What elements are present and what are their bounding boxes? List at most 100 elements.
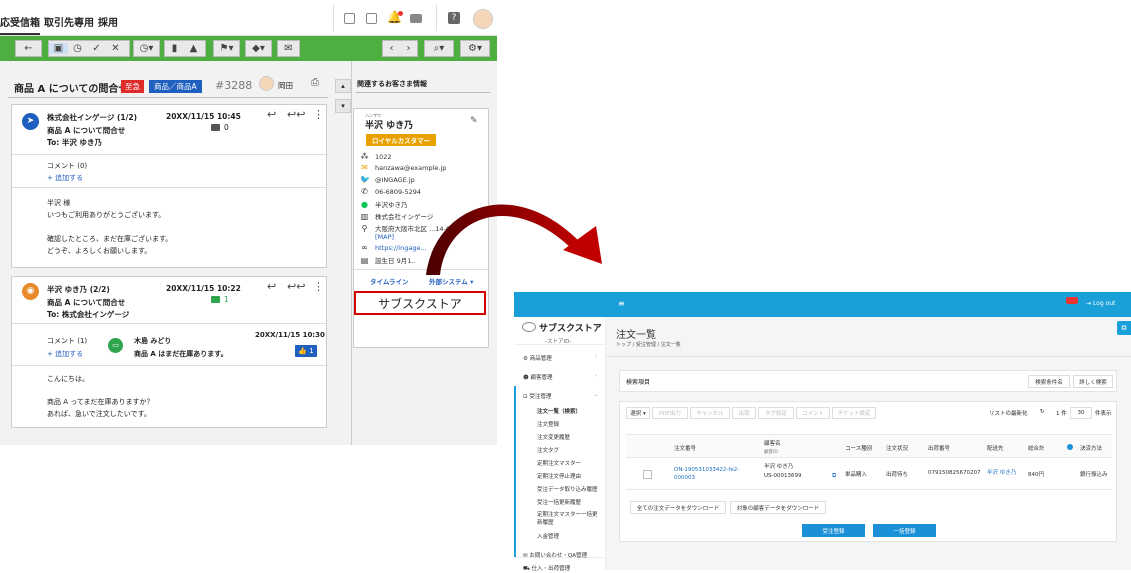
comment-author-avatar: ▭ <box>108 338 123 353</box>
flag-icon: ⚑▾ <box>219 43 234 54</box>
cancel-button[interactable]: キャンセル <box>690 407 730 419</box>
comment-author: 木島 みどり <box>134 337 172 345</box>
row-checkbox[interactable] <box>643 470 652 479</box>
detail-search-button[interactable]: 詳しく検索 <box>1073 375 1113 388</box>
edit-icon[interactable]: ✎ <box>470 116 478 126</box>
order-total: 840円 <box>1028 472 1044 478</box>
like-button[interactable]: 👍 1 <box>295 345 317 357</box>
comment-button[interactable]: コメント <box>796 407 830 419</box>
tag-button[interactable]: ◆▾ <box>245 40 272 57</box>
reply-icon[interactable]: ↩ <box>267 108 276 121</box>
sidebar-subitem[interactable]: 定期注文マスター一括更新履歴 <box>537 511 601 527</box>
user-avatar[interactable] <box>473 9 493 29</box>
help-icon[interactable]: ? <box>448 12 460 24</box>
customer-email[interactable]: hanzawa@example.jp <box>375 164 446 172</box>
info-icon[interactable] <box>1067 444 1073 450</box>
collapse-up-button[interactable]: ▴ <box>335 79 351 93</box>
hamburger-icon[interactable]: ≡ <box>618 299 625 308</box>
sidebar-subitem-order-list[interactable]: 注文一覧（検索） <box>537 407 581 415</box>
add-comment-link[interactable]: + 追加する <box>47 349 83 359</box>
customer-phone-row: ✆ 06-6809-5294 <box>360 187 421 196</box>
sidebar-subitem[interactable]: 受注データ取り込み履歴 <box>537 485 598 493</box>
refresh-list-link[interactable]: リストの最新化 <box>989 409 1028 417</box>
chat-icon[interactable] <box>410 14 422 23</box>
warning-icon[interactable]: ▲ <box>184 43 203 54</box>
sidebar-item-purchase[interactable]: ⛟ 仕入・出荷管理 <box>523 564 570 573</box>
message-to: To: 半沢 ゆき乃 <box>47 138 102 147</box>
flag-button[interactable]: ⚑▾ <box>213 40 240 57</box>
copy-id-icon[interactable]: ⧉ <box>832 472 836 480</box>
add-comment-link[interactable]: + 追加する <box>47 173 83 183</box>
archive-button[interactable]: ✉ <box>277 40 300 57</box>
like-count: 1 <box>309 347 314 355</box>
logout-link[interactable]: ⇥ Log out <box>1086 300 1115 307</box>
sidebar-item-orders[interactable]: ⊡ 受注管理 <box>523 392 551 400</box>
message-to: To: 株式会社インゲージ <box>47 310 130 319</box>
sidebar-subitem[interactable]: 注文変更履歴 <box>537 433 570 441</box>
clock-icon[interactable]: ◷ <box>68 43 87 54</box>
reply-icon[interactable]: ↩ <box>267 280 276 293</box>
sidebar-subitem[interactable]: 定期注文マスター <box>537 459 581 467</box>
print-icon[interactable]: ⎙ <box>311 77 319 88</box>
timeline-link[interactable]: タイムライン <box>370 276 409 286</box>
sidebar-subitem[interactable]: 注文登録 <box>537 420 559 428</box>
sidebar-subitem[interactable]: 入金管理 <box>537 532 559 540</box>
reply-all-icon[interactable]: ↩↩ <box>287 108 305 121</box>
reply-all-icon[interactable]: ↩↩ <box>287 280 305 293</box>
sidebar-subitem[interactable]: 定期注文停止理由 <box>537 472 581 480</box>
divider <box>606 356 1131 357</box>
search-conditions-button[interactable]: 検索条件名 <box>1028 375 1070 388</box>
chevron-left-icon[interactable]: ‹ <box>383 43 400 54</box>
order-register-button[interactable]: 受注登録 <box>802 524 865 537</box>
map-link[interactable]: [MAP] <box>375 233 394 241</box>
destination-link[interactable]: 半沢 ゆき乃 <box>987 468 1016 476</box>
sidebar-item-products[interactable]: ⚙ 商品管理 <box>523 354 552 362</box>
report-icon[interactable] <box>344 13 355 24</box>
bulk-register-button[interactable]: 一括登録 <box>873 524 936 537</box>
col-customer-id: 顧客ID <box>764 450 778 455</box>
more-icon[interactable]: ⋮ <box>313 108 324 121</box>
copy-icon[interactable]: ⧉ <box>1117 321 1131 335</box>
sidebar-subitem[interactable]: 注文タグ <box>537 446 559 454</box>
back-button[interactable]: ← <box>15 40 42 57</box>
tag-setting-button[interactable]: タグ設定 <box>758 407 794 419</box>
assignee-name[interactable]: 岡田 <box>278 80 293 91</box>
select-dropdown[interactable]: 選択 ▾ <box>626 407 650 419</box>
more-icon[interactable]: ⋮ <box>313 280 324 293</box>
ticket-setting-button[interactable]: チケット設定 <box>832 407 876 419</box>
check-icon[interactable]: ✓ <box>87 43 106 54</box>
sidebar-item-inquiries[interactable]: ✉ お問い合わせ・QA管理 <box>523 551 587 559</box>
customer-name: 半沢 ゆき乃 <box>764 464 794 470</box>
close-icon[interactable]: ✕ <box>106 43 125 54</box>
ship-button[interactable]: 出荷 <box>732 407 756 419</box>
sidebar-item-customers[interactable]: ☻ 顧客管理 <box>523 373 553 381</box>
inbox-icon[interactable]: ▣ <box>49 43 68 54</box>
product-tag[interactable]: 商品／商品A <box>149 80 202 93</box>
download-all-orders-button[interactable]: 全ての注文データをダウンロード <box>630 501 726 514</box>
list-icon[interactable] <box>366 13 377 24</box>
refresh-icon[interactable]: ↻ <box>1040 409 1045 415</box>
customer-phone[interactable]: 06-6809-5294 <box>375 188 421 196</box>
settings-button[interactable]: ⚙▾ <box>460 40 490 57</box>
chevron-right-icon[interactable]: › <box>400 43 417 54</box>
chevron-right-icon: › <box>595 354 598 360</box>
divider-2 <box>12 365 326 366</box>
collapse-down-button[interactable]: ▾ <box>335 99 351 113</box>
search-button[interactable]: ⌕▾ <box>424 40 454 57</box>
per-page-select[interactable]: 30 <box>1070 407 1092 419</box>
sidebar-subitem[interactable]: 受注一括更新履歴 <box>537 498 581 506</box>
snooze-button[interactable]: ◷▾ <box>133 40 160 57</box>
tab-inbox[interactable]: 応受信箱 <box>0 14 40 35</box>
col-customer: 顧客名 <box>764 441 781 447</box>
logout-icon: ⇥ <box>1086 300 1093 307</box>
urgent-tag[interactable]: 至急 <box>121 80 144 93</box>
order-number-link[interactable]: ON-190531033422-fe2-000003 <box>674 466 746 482</box>
customer-url[interactable]: https://ingage... <box>375 244 427 252</box>
tab-recruit[interactable]: 採用 <box>98 14 118 29</box>
download-customers-button[interactable]: 対象の顧客データをダウンロード <box>730 501 826 514</box>
tab-partners[interactable]: 取引先専用 <box>44 14 94 29</box>
customer-name: 半沢 ゆき乃 <box>365 121 414 131</box>
customer-twitter[interactable]: @INGAGE.jp <box>375 176 415 184</box>
pdf-export-button[interactable]: PDF出力 <box>652 407 688 419</box>
trash-icon[interactable]: ▮ <box>165 43 184 54</box>
